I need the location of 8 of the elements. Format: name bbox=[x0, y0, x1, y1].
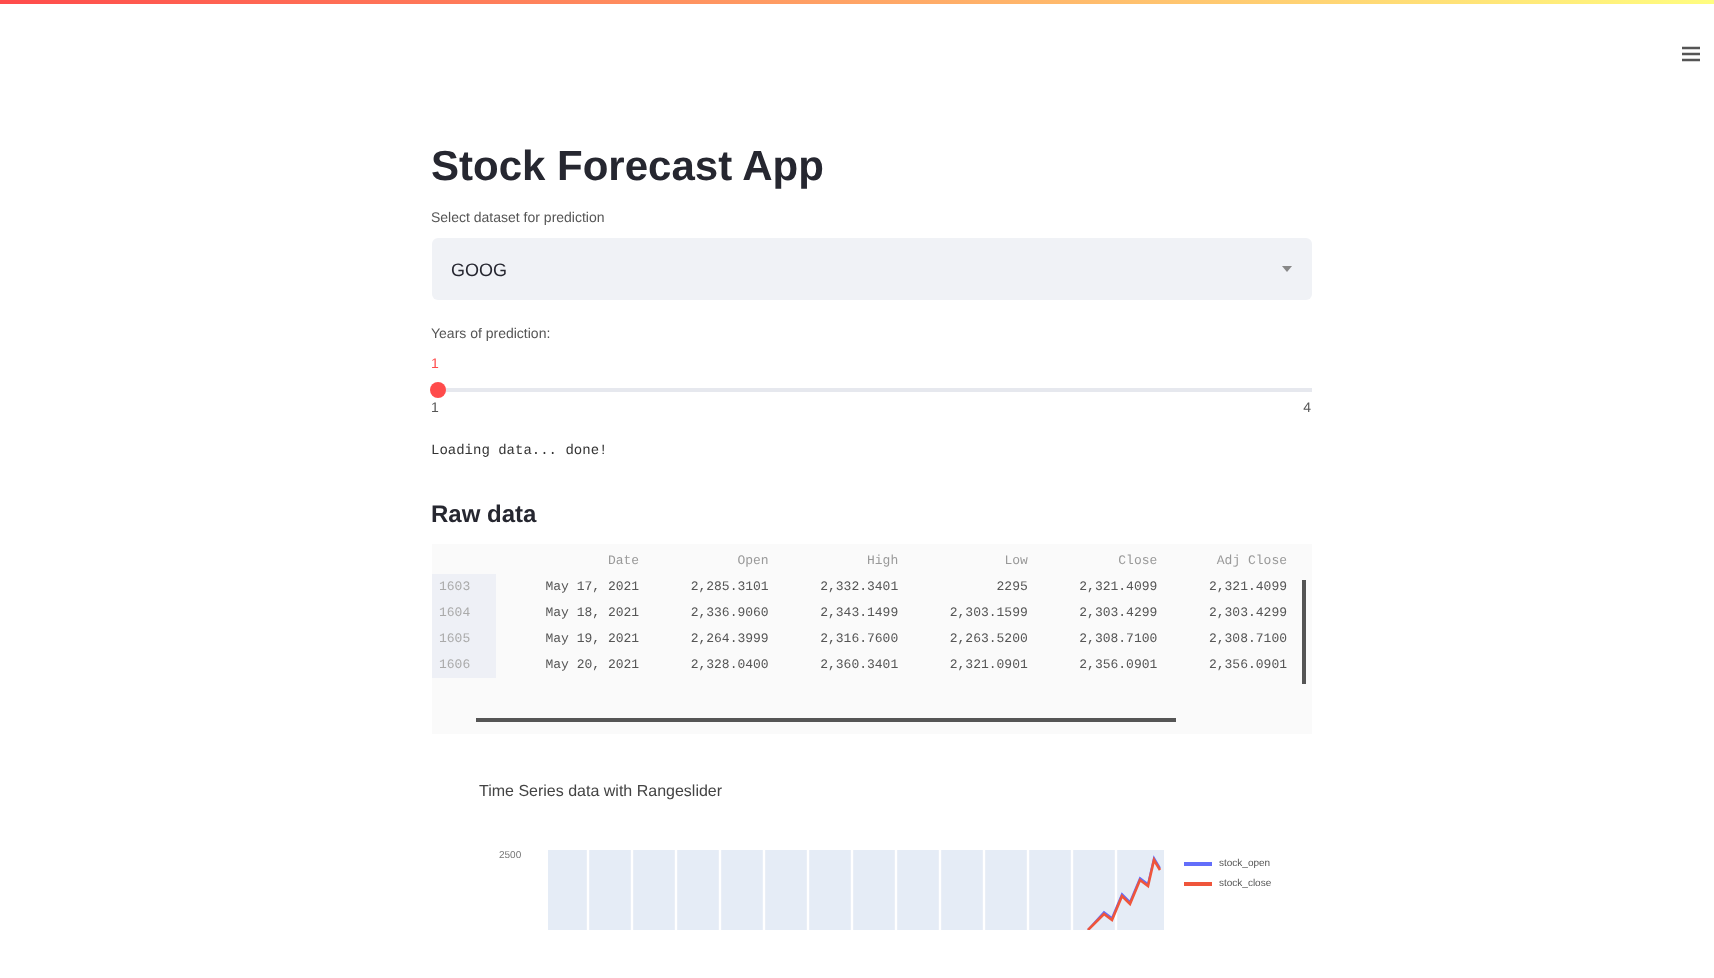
dataset-select[interactable]: GOOG bbox=[431, 238, 1311, 300]
slider-thumb[interactable] bbox=[429, 382, 445, 398]
app-title: Stock Forecast App bbox=[431, 144, 826, 192]
scrollbar[interactable] bbox=[1301, 580, 1305, 684]
caret-icon bbox=[1281, 266, 1291, 272]
chart-title: Time Series data with Rangeslider bbox=[479, 782, 725, 800]
scrollbar[interactable] bbox=[475, 718, 1175, 722]
section-heading: Raw data bbox=[431, 500, 539, 528]
